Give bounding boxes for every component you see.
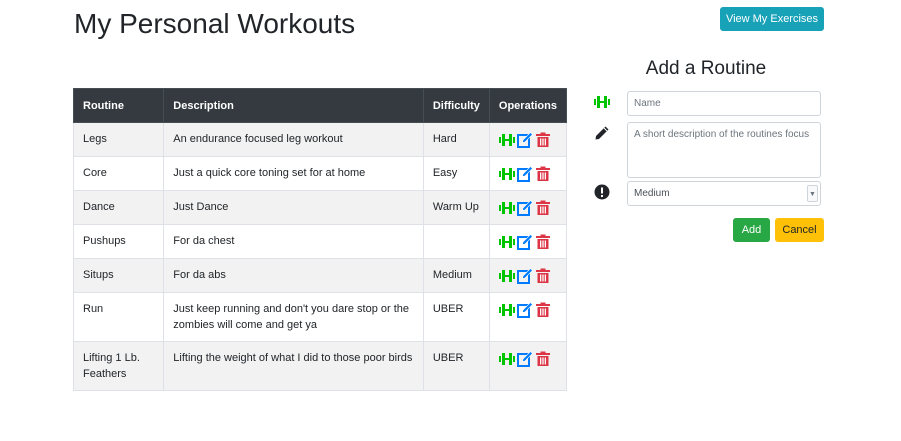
column-header-routine: Routine <box>72 88 165 123</box>
description-input[interactable] <box>627 122 821 178</box>
view-my-exercises-button[interactable]: View My Exercises <box>720 7 824 31</box>
routines-table: Routine Description Difficulty Operation… <box>72 88 568 391</box>
trash-icon[interactable] <box>535 132 551 148</box>
cell-operations <box>488 292 568 342</box>
dumbbell-icon[interactable] <box>498 302 515 318</box>
edit-icon[interactable] <box>516 302 533 318</box>
edit-icon[interactable] <box>516 268 533 284</box>
page-title: My Personal Workouts <box>74 8 356 39</box>
difficulty-select-value: Medium <box>634 188 670 199</box>
table-row: Dance Just Dance Warm Up <box>72 190 568 225</box>
cell-operations <box>488 122 568 157</box>
cell-operations <box>488 190 568 225</box>
dumbbell-icon[interactable] <box>498 351 515 367</box>
cell-difficulty: Hard <box>422 122 490 157</box>
cell-routine: Core <box>72 156 164 191</box>
cell-routine: Legs <box>72 122 164 157</box>
trash-icon[interactable] <box>535 351 551 367</box>
edit-icon[interactable] <box>516 351 533 367</box>
form-title: Add a Routine <box>645 58 767 79</box>
table-row: Core Just a quick core toning set for at … <box>72 156 568 191</box>
table-row: Legs An endurance focused leg workout Hard <box>72 122 568 157</box>
cell-operations <box>488 341 568 391</box>
table-row: Lifting 1 Lb. Feathers Lifting the weight… <box>72 341 568 391</box>
cell-description: Just a quick core toning set for at home <box>163 156 424 191</box>
cell-difficulty: UBER <box>422 292 490 342</box>
edit-icon[interactable] <box>516 132 533 148</box>
cell-difficulty: Warm Up <box>422 190 490 225</box>
trash-icon[interactable] <box>535 166 551 182</box>
dumbbell-icon[interactable] <box>498 166 515 182</box>
cell-difficulty: Easy <box>422 156 490 191</box>
edit-icon[interactable] <box>516 234 533 250</box>
table-body: Legs An endurance focused leg workout Hard… <box>72 122 568 391</box>
cell-routine: Dance <box>72 190 164 225</box>
add-button[interactable]: Add <box>733 218 770 242</box>
table-row: Situps For da abs Medium <box>72 258 568 293</box>
dumbbell-icon[interactable] <box>498 234 515 250</box>
column-header-difficulty: Difficulty <box>422 88 490 123</box>
cell-routine: Lifting 1 Lb. Feathers <box>72 341 164 391</box>
exclamation-circle-icon <box>594 184 610 200</box>
cell-operations <box>488 156 568 191</box>
cell-description: An endurance focused leg workout <box>163 122 424 157</box>
pencil-icon <box>595 126 609 140</box>
cell-description: Just Dance <box>163 190 424 225</box>
cell-routine: Pushups <box>72 224 164 259</box>
dumbbell-icon[interactable] <box>498 268 515 284</box>
cell-routine: Run <box>72 292 164 342</box>
column-header-description: Description <box>163 88 424 123</box>
cell-difficulty <box>422 224 490 259</box>
trash-icon[interactable] <box>535 268 551 284</box>
dumbbell-icon <box>594 96 610 108</box>
cancel-button[interactable]: Cancel <box>775 218 824 242</box>
trash-icon[interactable] <box>535 200 551 216</box>
cell-description: For da chest <box>163 224 424 259</box>
column-header-operations: Operations <box>488 88 568 123</box>
table-row: Run Just keep running and don't you dare … <box>72 292 568 342</box>
trash-icon[interactable] <box>535 234 551 250</box>
edit-icon[interactable] <box>516 166 533 182</box>
cell-description: Just keep running and don't you dare sto… <box>163 292 424 342</box>
dumbbell-icon[interactable] <box>498 132 515 148</box>
edit-icon[interactable] <box>516 200 533 216</box>
name-input[interactable] <box>627 91 821 116</box>
difficulty-select[interactable]: Medium ▼ <box>627 181 821 206</box>
table-row: Pushups For da chest <box>72 224 568 259</box>
table-header-row: Routine Description Difficulty Operation… <box>72 88 568 123</box>
chevron-down-icon: ▼ <box>807 185 818 202</box>
trash-icon[interactable] <box>535 302 551 318</box>
dumbbell-icon[interactable] <box>498 200 515 216</box>
cell-description: Lifting the weight of what I did to thos… <box>163 341 424 391</box>
cell-difficulty: Medium <box>422 258 490 293</box>
cell-difficulty: UBER <box>422 341 490 391</box>
cell-routine: Situps <box>72 258 164 293</box>
cell-operations <box>488 258 568 293</box>
cell-operations <box>488 224 568 259</box>
cell-description: For da abs <box>163 258 424 293</box>
